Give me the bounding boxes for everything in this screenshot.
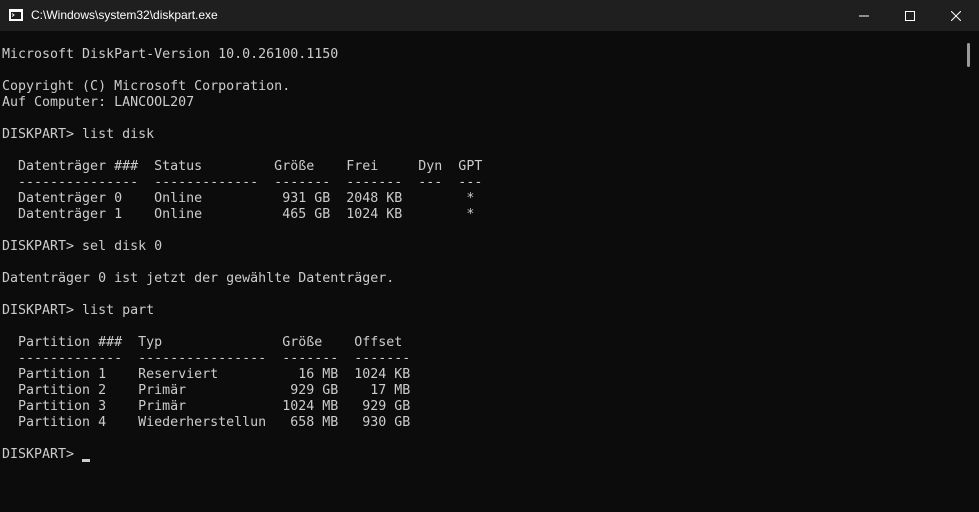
console-line: Datenträger ### Status Größe Frei Dyn GP… [2, 159, 483, 174]
title-bar[interactable]: C:\Windows\system32\diskpart.exe [0, 0, 979, 31]
console-line: Datenträger 1 Online 465 GB 1024 KB * [2, 207, 475, 222]
console-line: Partition 4 Wiederherstellun 658 MB 930 … [2, 415, 411, 430]
console-line: Microsoft DiskPart-Version 10.0.26100.11… [2, 47, 339, 62]
console-line: DISKPART> list part [2, 303, 155, 318]
console-line: Partition 2 Primär 929 GB 17 MB [2, 383, 411, 398]
scrollbar-thumb[interactable] [967, 43, 970, 67]
console-line: DISKPART> sel disk 0 [2, 239, 163, 254]
close-button[interactable] [933, 0, 979, 31]
console-line: DISKPART> list disk [2, 127, 155, 142]
vertical-scrollbar[interactable] [963, 31, 979, 512]
minimize-icon [859, 15, 869, 16]
console-line: Partition 3 Primär 1024 MB 929 GB [2, 399, 411, 414]
maximize-icon [905, 10, 915, 21]
console-line: Partition ### Typ Größe Offset [2, 335, 403, 350]
console-line: Auf Computer: LANCOOL207 [2, 95, 195, 110]
window-title: C:\Windows\system32\diskpart.exe [31, 8, 218, 22]
console-output[interactable]: Microsoft DiskPart-Version 10.0.26100.11… [0, 31, 963, 512]
console-line: Partition 1 Reserviert 16 MB 1024 KB [2, 367, 411, 382]
console-app-icon [9, 9, 23, 21]
console-line: ------------- ---------------- ------- -… [2, 351, 411, 366]
minimize-button[interactable] [841, 0, 887, 31]
console-line: DISKPART> [2, 447, 83, 462]
console-line: Copyright (C) Microsoft Corporation. [2, 79, 291, 94]
console-line: Datenträger 0 Online 931 GB 2048 KB * [2, 191, 475, 206]
close-icon [951, 10, 961, 21]
console-line: --------------- ------------- ------- --… [2, 175, 483, 190]
console-window: C:\Windows\system32\diskpart.exe Microso… [0, 0, 979, 512]
maximize-button[interactable] [887, 0, 933, 31]
console-line: Datenträger 0 ist jetzt der gewählte Dat… [2, 271, 395, 286]
text-cursor [82, 459, 90, 462]
